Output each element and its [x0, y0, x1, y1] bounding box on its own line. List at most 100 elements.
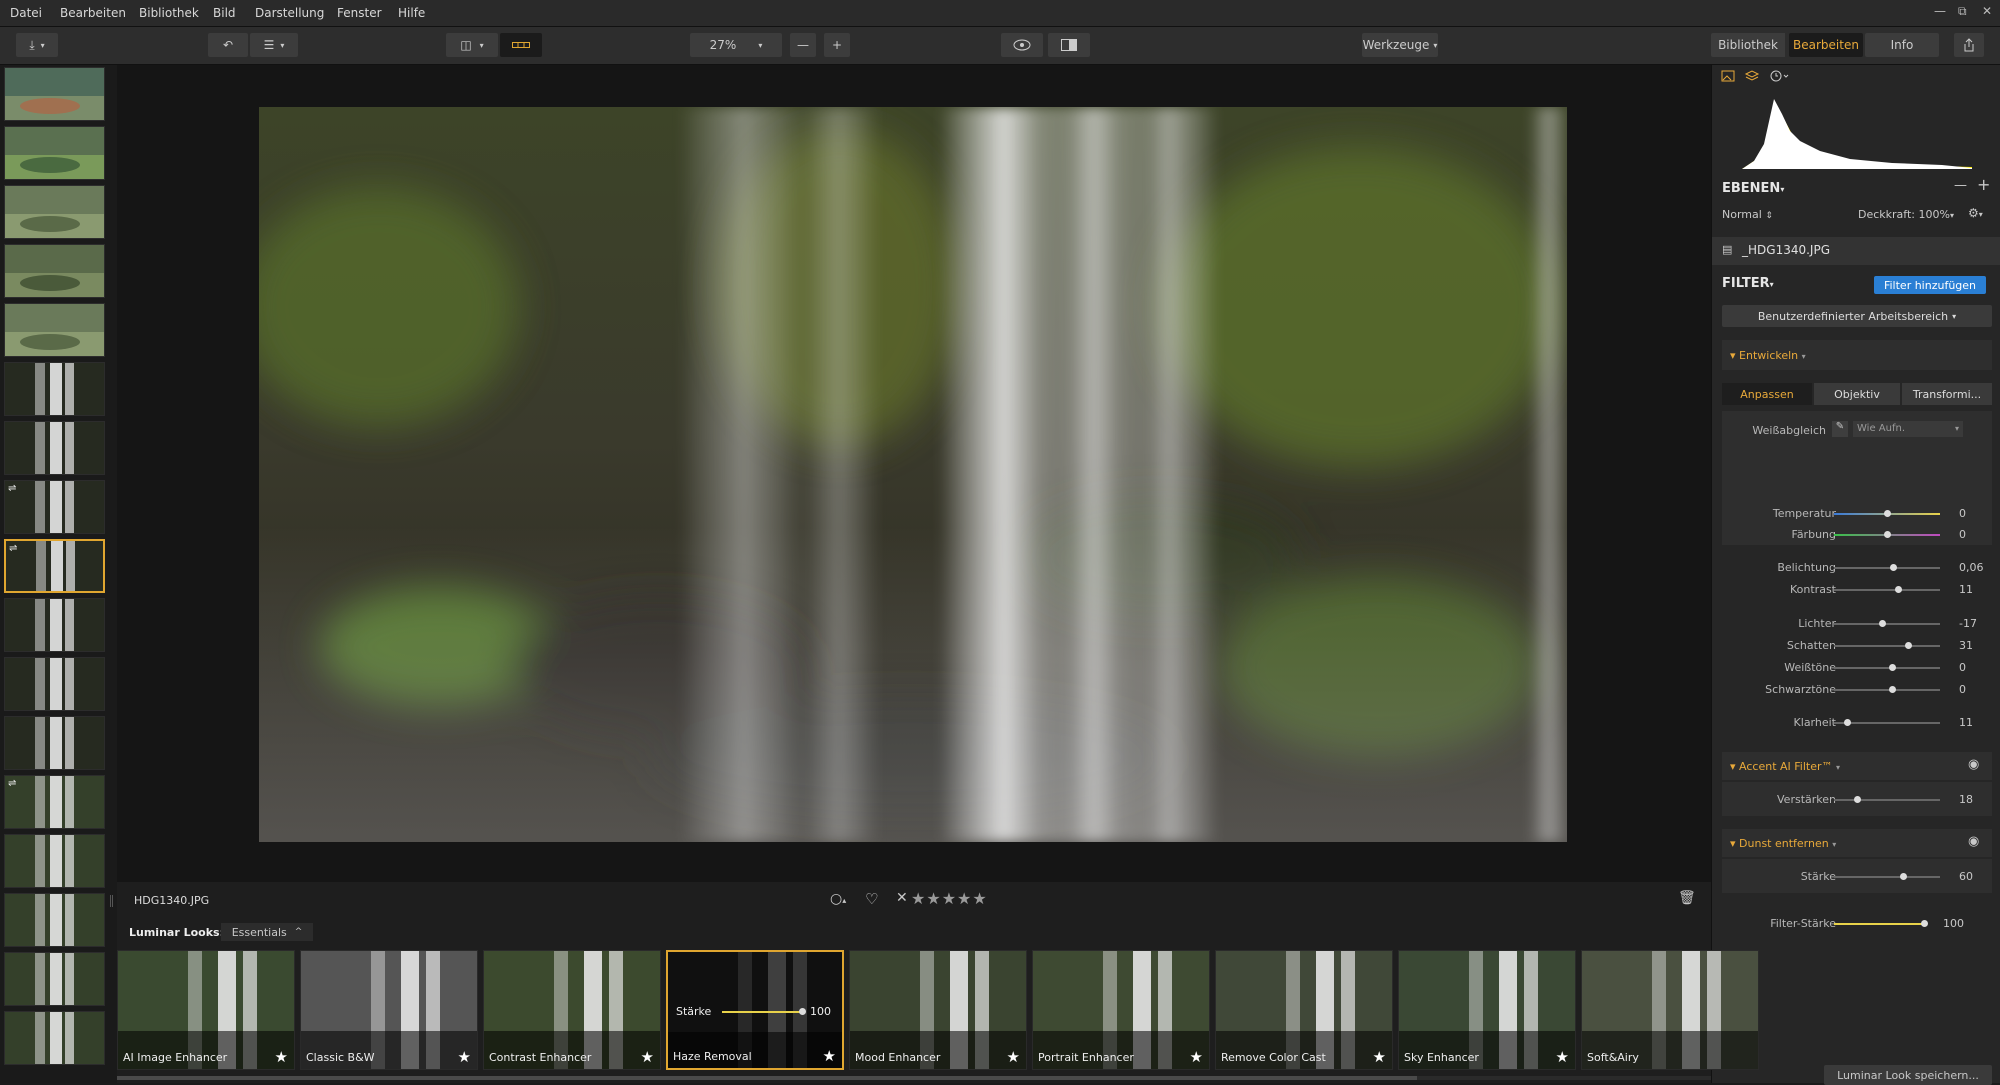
filmstrip-thumbnail[interactable]	[4, 303, 105, 357]
star-icon[interactable]: ★	[1556, 1048, 1569, 1066]
accent-header[interactable]: ▾ Accent AI Filter™ ▾ ◉	[1722, 752, 1992, 780]
haze-header[interactable]: ▾ Dunst entfernen ▾ ◉	[1722, 829, 1992, 857]
import-button[interactable]: ⤓ ▾	[16, 33, 58, 57]
zoom-select[interactable]: 27% ▾	[690, 33, 782, 57]
layout-button[interactable]: ◫ ▾	[446, 33, 498, 57]
menu-darstellung[interactable]: Darstellung	[255, 6, 324, 20]
look-classic-b-w[interactable]: Classic B&W ★	[300, 950, 478, 1070]
filmstrip-thumbnail[interactable]: ⇌	[4, 480, 105, 534]
menu-bild[interactable]: Bild	[213, 6, 236, 20]
star-icon[interactable]: ★	[275, 1048, 288, 1066]
history-list-button[interactable]: ☰ ▾	[250, 33, 298, 57]
slider-knob[interactable]	[1884, 531, 1891, 538]
filmstrip-thumbnail[interactable]	[4, 657, 105, 711]
looks-scrollbar[interactable]	[117, 1076, 1711, 1080]
filmstrip-thumbnail[interactable]	[4, 362, 105, 416]
eyedropper-icon[interactable]: ✎	[1832, 421, 1848, 437]
menu-hilfe[interactable]: Hilfe	[398, 6, 425, 20]
star-rating[interactable]: ★★★★★	[911, 889, 988, 908]
star-icon[interactable]: ★	[1190, 1048, 1203, 1066]
filmstrip-thumbnail[interactable]	[4, 185, 105, 239]
slider-track[interactable]	[1834, 796, 1940, 803]
filmstrip-thumbnail[interactable]	[4, 244, 105, 298]
slider-knob[interactable]	[1889, 686, 1897, 693]
tab-info[interactable]: Info	[1865, 33, 1939, 57]
slider-track[interactable]	[1834, 719, 1940, 726]
star-icon[interactable]: ★	[458, 1048, 471, 1066]
layers-title[interactable]: EBENEN▾	[1722, 181, 1784, 196]
eye-icon[interactable]: ◉	[1968, 757, 1979, 772]
filter-title[interactable]: FILTER▾	[1722, 276, 1774, 291]
menu-fenster[interactable]: Fenster	[337, 6, 382, 20]
look-sky-enhancer[interactable]: Sky Enhancer ★	[1398, 950, 1576, 1070]
share-button[interactable]	[1954, 33, 1984, 57]
filmstrip-thumbnail[interactable]	[4, 421, 105, 475]
slider-knob[interactable]	[1894, 586, 1902, 593]
eye-icon[interactable]: ◉	[1968, 834, 1979, 849]
filmstrip-toggle-button[interactable]	[500, 33, 542, 57]
slider-knob[interactable]	[1884, 510, 1891, 517]
add-filter-button[interactable]: Filter hinzufügen	[1874, 276, 1986, 294]
undo-button[interactable]: ↶	[208, 33, 248, 57]
filmstrip-thumbnail[interactable]	[4, 67, 105, 121]
look-strength-slider[interactable]	[722, 1008, 806, 1015]
slider-track[interactable]	[1834, 531, 1940, 538]
filmstrip-thumbnail[interactable]: ⇌	[4, 539, 105, 593]
reject-button[interactable]: ✕	[896, 890, 908, 906]
look-soft-airy[interactable]: Soft&Airy	[1581, 950, 1759, 1070]
look-portrait-enhancer[interactable]: Portrait Enhancer ★	[1032, 950, 1210, 1070]
filmstrip-thumbnail[interactable]	[4, 1011, 105, 1065]
filmstrip-thumbnail[interactable]	[4, 716, 105, 770]
look-contrast-enhancer[interactable]: Contrast Enhancer ★	[483, 950, 661, 1070]
menu-bearbeiten[interactable]: Bearbeiten	[60, 6, 126, 20]
save-look-button[interactable]: Luminar Look speichern...	[1824, 1065, 1992, 1085]
filmstrip-thumbnail[interactable]	[4, 598, 105, 652]
develop-header[interactable]: ▾ Entwickeln ▾	[1722, 340, 1992, 370]
star-icon[interactable]: ★	[823, 1047, 836, 1065]
opacity-select[interactable]: Deckkraft: 100%▾	[1858, 208, 1954, 221]
slider-knob[interactable]	[1899, 873, 1907, 880]
tab-objektiv[interactable]: Objektiv	[1814, 383, 1900, 405]
filmstrip-thumbnail[interactable]	[4, 126, 105, 180]
slider-track[interactable]	[1834, 920, 1928, 927]
resize-handle[interactable]	[110, 895, 113, 907]
image-icon[interactable]	[1721, 70, 1735, 82]
looks-category-select[interactable]: Essentials ^	[221, 923, 313, 941]
slider-knob[interactable]	[1905, 642, 1913, 649]
slider-track[interactable]	[1834, 586, 1940, 593]
filmstrip-thumbnail[interactable]	[4, 893, 105, 947]
flag-button[interactable]: ○▴	[830, 891, 846, 907]
trash-icon[interactable]: 🗑	[1678, 890, 1696, 906]
slider-knob[interactable]	[1878, 620, 1886, 627]
layer-settings-button[interactable]: ⚙▾	[1968, 206, 1983, 220]
maximize-button[interactable]: ⧉	[1958, 4, 1967, 19]
filmstrip-thumbnail[interactable]	[4, 834, 105, 888]
close-button[interactable]: ✕	[1982, 4, 1992, 18]
tools-dropdown[interactable]: Werkzeuge ▾	[1362, 33, 1438, 57]
preview-button[interactable]	[1001, 33, 1043, 57]
star-icon[interactable]: ★	[1373, 1048, 1386, 1066]
slider-track[interactable]	[1834, 620, 1940, 627]
slider-track[interactable]	[1834, 686, 1940, 693]
white-balance-select[interactable]: Wie Aufn. ▾	[1853, 421, 1963, 437]
slider-knob[interactable]	[1889, 664, 1897, 671]
look-ai-image-enhancer[interactable]: AI Image Enhancer ★	[117, 950, 295, 1070]
slider-track[interactable]	[1834, 664, 1940, 671]
look-remove-color-cast[interactable]: Remove Color Cast ★	[1215, 950, 1393, 1070]
slider-knob[interactable]	[799, 1008, 806, 1015]
add-layer-button[interactable]: +	[1977, 175, 1990, 194]
history-icon[interactable]	[1770, 70, 1789, 82]
zoom-out-button[interactable]: —	[790, 33, 816, 57]
remove-layer-button[interactable]: —	[1954, 178, 1967, 193]
slider-track[interactable]	[1834, 642, 1940, 649]
slider-knob[interactable]	[1890, 564, 1898, 571]
menu-datei[interactable]: Datei	[10, 6, 42, 20]
blend-mode-select[interactable]: Normal ⇕	[1722, 208, 1773, 221]
scrollbar-thumb[interactable]	[117, 1076, 1417, 1080]
layer-row[interactable]: ▤ _HDG1340.JPG	[1712, 237, 2000, 265]
look-haze-removal[interactable]: Haze Removal ★ Stärke 100	[666, 950, 844, 1070]
layers-icon[interactable]	[1744, 70, 1760, 81]
tab-bearbeiten[interactable]: Bearbeiten	[1789, 33, 1863, 57]
tab-bibliothek[interactable]: Bibliothek	[1711, 33, 1785, 57]
slider-track[interactable]	[1834, 510, 1940, 517]
